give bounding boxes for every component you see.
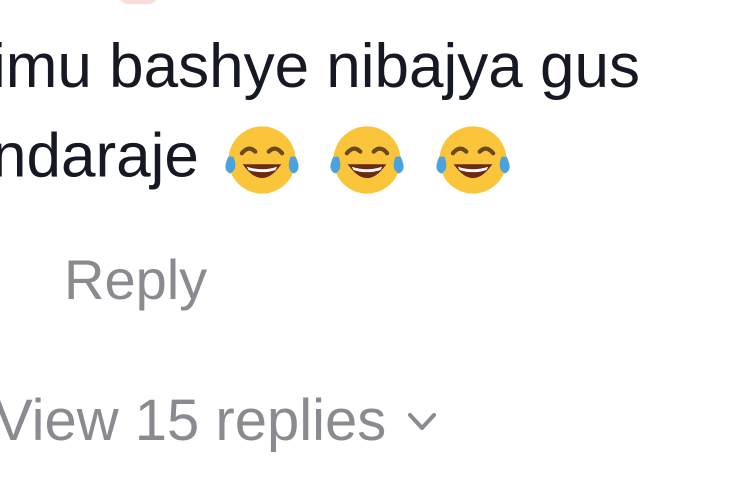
- avatar-edge-fragment: [118, 0, 158, 4]
- reply-label: Reply: [64, 248, 208, 311]
- comment-text-1: imu bashye nibajya gus: [0, 32, 640, 101]
- reply-button[interactable]: Reply: [64, 252, 207, 308]
- comment-text-line-2: ndaraje: [0, 118, 515, 202]
- chevron-down-icon: [402, 401, 442, 441]
- view-replies-button[interactable]: View 15 replies: [0, 392, 442, 450]
- tears-of-joy-emoji-icon: [431, 118, 515, 202]
- tears-of-joy-emoji-icon: [220, 118, 304, 202]
- comment-text-2: ndaraje: [0, 121, 199, 191]
- comment-text-line-1: imu bashye nibajya gus: [0, 36, 640, 98]
- tears-of-joy-emoji-icon: [325, 118, 409, 202]
- view-replies-label: View 15 replies: [0, 388, 387, 453]
